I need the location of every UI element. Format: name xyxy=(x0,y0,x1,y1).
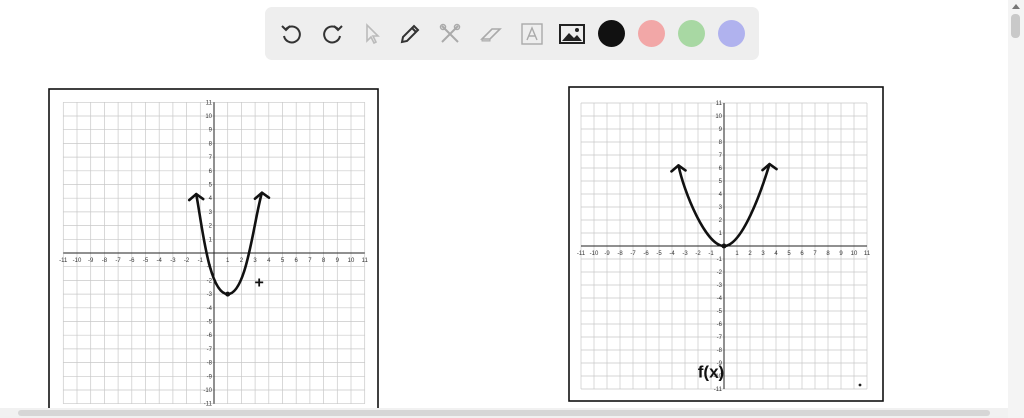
x-tick-label: -3 xyxy=(682,251,688,257)
x-tick-label: -2 xyxy=(184,258,190,264)
x-tick-label: -1 xyxy=(198,258,204,264)
x-tick-label: -9 xyxy=(604,251,610,257)
graph-frame xyxy=(568,86,884,402)
y-tick-label: -6 xyxy=(207,333,213,339)
y-tick-label: 10 xyxy=(205,114,212,120)
x-tick-label: -7 xyxy=(115,258,121,264)
x-tick-label: -9 xyxy=(88,258,94,264)
x-tick-label: -6 xyxy=(643,251,649,257)
y-tick-label: -6 xyxy=(717,322,723,328)
horizontal-scroll-thumb[interactable] xyxy=(18,410,990,416)
x-tick-label: 10 xyxy=(851,251,858,257)
vertical-scroll-thumb[interactable] xyxy=(1011,14,1020,38)
y-tick-label: -3 xyxy=(207,292,213,298)
x-tick-label: 11 xyxy=(362,258,369,264)
x-tick-label: 11 xyxy=(864,251,871,257)
x-tick-label: -1 xyxy=(708,251,714,257)
y-tick-label: -7 xyxy=(207,347,213,353)
x-tick-label: -2 xyxy=(695,251,701,257)
handwritten-annotation: f(x) xyxy=(698,362,724,381)
vertex-point xyxy=(225,291,231,297)
y-tick-label: -1 xyxy=(717,257,723,263)
scroll-up-arrow-icon[interactable] xyxy=(1012,4,1020,9)
x-tick-label: -10 xyxy=(73,258,82,264)
x-tick-label: -4 xyxy=(157,258,163,264)
whiteboard-canvas[interactable]: -11 -10 -9 -8 -7 -6 -5 -4 -3 -2 -1 1 2 3 4 5 6 7 8 9 10 11111… xyxy=(0,0,1008,408)
y-tick-label: -4 xyxy=(717,296,723,302)
graph-paper-left: -11 -10 -9 -8 -7 -6 -5 -4 -3 -2 -1 1 2 3 4 5 6 7 8 9 10 11111… xyxy=(48,88,379,408)
y-tick-label: -11 xyxy=(714,387,723,393)
y-tick-label: -9 xyxy=(207,374,213,380)
x-tick-label: -10 xyxy=(590,251,599,257)
y-tick-label: -3 xyxy=(717,283,723,289)
y-tick-label: -11 xyxy=(204,402,213,408)
x-tick-label: 10 xyxy=(348,258,355,264)
y-tick-label: -8 xyxy=(717,348,723,354)
y-tick-label: 10 xyxy=(715,114,722,120)
x-tick-label: -3 xyxy=(170,258,176,264)
x-tick-label: -11 xyxy=(577,251,586,257)
x-tick-label: -11 xyxy=(59,258,68,264)
y-tick-label: -2 xyxy=(207,278,213,284)
y-tick-label: -4 xyxy=(207,306,213,312)
x-tick-label: -5 xyxy=(656,251,662,257)
vertex-point xyxy=(721,243,727,249)
y-tick-label: -5 xyxy=(207,320,213,326)
x-tick-label: -8 xyxy=(102,258,108,264)
y-tick-label: -8 xyxy=(207,361,213,367)
graph-paper-right: -11 -10 -9 -8 -7 -6 -5 -4 -3 -2 -1 1 2 3 4 5 6 7 8 9 10 11111… xyxy=(568,86,884,402)
x-tick-label: -6 xyxy=(129,258,135,264)
y-tick-label: 11 xyxy=(716,101,723,107)
x-tick-label: -7 xyxy=(630,251,636,257)
y-tick-label: -2 xyxy=(717,270,723,276)
y-tick-label: 11 xyxy=(206,100,213,106)
y-tick-label: -7 xyxy=(717,335,723,341)
x-tick-label: -5 xyxy=(143,258,149,264)
stray-dot xyxy=(858,383,862,387)
horizontal-scrollbar[interactable] xyxy=(0,408,1008,418)
x-tick-label: -8 xyxy=(617,251,623,257)
handwritten-annotation: + xyxy=(255,274,264,291)
y-tick-label: -10 xyxy=(203,388,212,394)
x-tick-label: -4 xyxy=(669,251,675,257)
y-tick-label: -5 xyxy=(717,309,723,315)
vertical-scrollbar[interactable] xyxy=(1008,0,1024,418)
